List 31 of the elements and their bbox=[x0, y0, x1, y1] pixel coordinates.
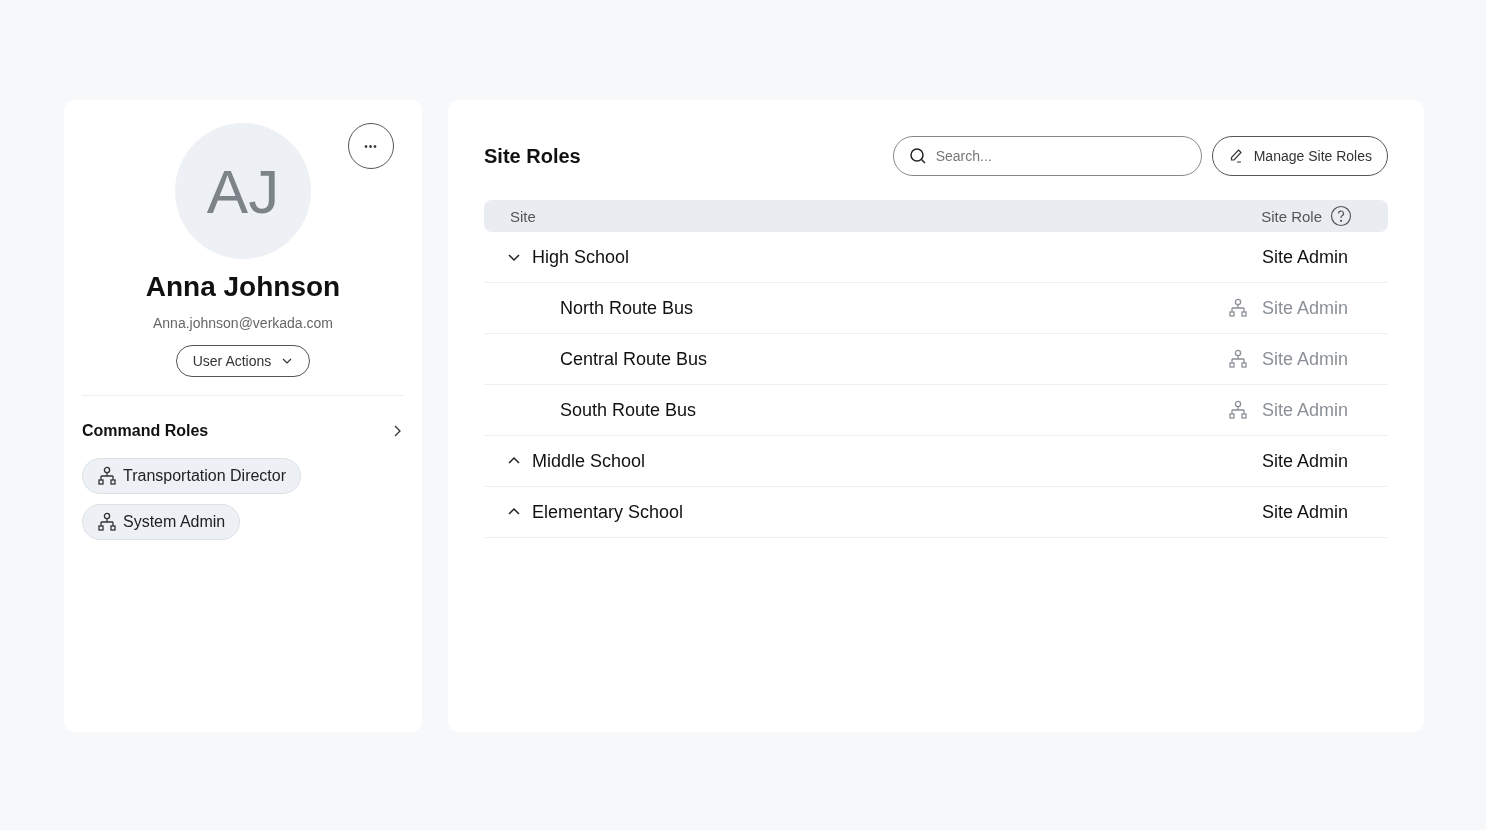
site-role: Site Admin bbox=[1261, 348, 1348, 370]
hierarchy-icon bbox=[97, 466, 117, 486]
avatar: AJ bbox=[175, 123, 311, 259]
site-name: Middle School bbox=[532, 450, 646, 472]
hierarchy-icon bbox=[1227, 298, 1248, 318]
help-icon[interactable] bbox=[1330, 205, 1352, 227]
role-chip[interactable]: Transportation Director bbox=[82, 458, 302, 494]
site-name: High School bbox=[532, 246, 630, 268]
user-actions-button[interactable]: User Actions bbox=[175, 345, 311, 377]
hierarchy-icon bbox=[97, 512, 117, 532]
site-name: Central Route Bus bbox=[560, 348, 708, 370]
search-field[interactable]: Search... bbox=[892, 136, 1202, 176]
site-name: Elementary School bbox=[532, 501, 684, 523]
section-title: Site Roles bbox=[484, 144, 582, 168]
role-chip[interactable]: System Admin bbox=[82, 504, 241, 540]
site-role: Site Admin bbox=[1261, 246, 1348, 268]
hierarchy-icon bbox=[1227, 400, 1248, 420]
column-header: Site bbox=[510, 207, 536, 225]
column-header: Site Role bbox=[1261, 207, 1322, 225]
user-name: Anna Johnson bbox=[145, 271, 341, 303]
section-title: Command Roles bbox=[82, 422, 209, 440]
site-name: South Route Bus bbox=[560, 399, 697, 421]
site-role: Site Admin bbox=[1261, 297, 1348, 319]
manage-site-roles-button[interactable]: Manage Site Roles bbox=[1211, 136, 1388, 176]
user-email: Anna.johnson@verkada.com bbox=[153, 315, 333, 331]
site-role: Site Admin bbox=[1261, 501, 1348, 523]
hierarchy-icon bbox=[1227, 349, 1248, 369]
site-name: North Route Bus bbox=[560, 297, 694, 319]
site-role: Site Admin bbox=[1261, 450, 1348, 472]
more-button[interactable]: ••• bbox=[348, 123, 394, 169]
site-role: Site Admin bbox=[1261, 399, 1348, 421]
